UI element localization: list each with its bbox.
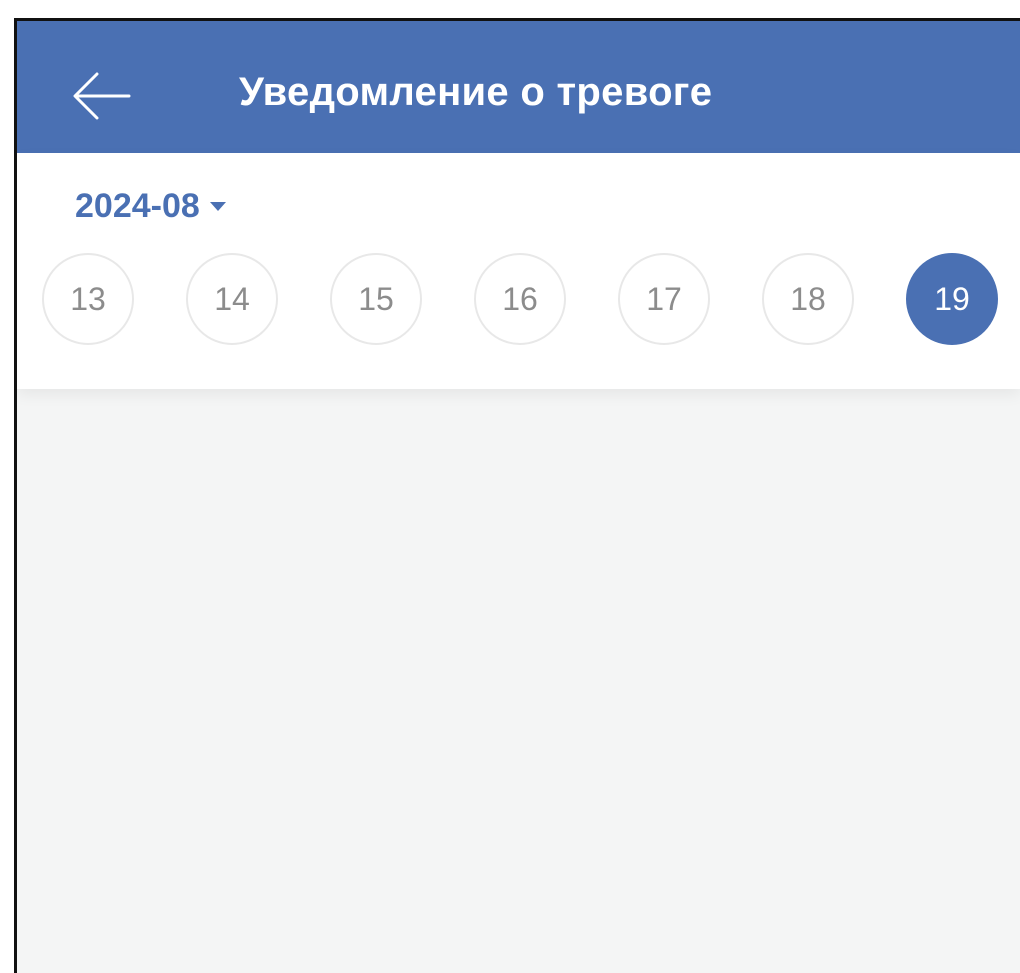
screen-top-margin: [0, 0, 1020, 20]
day-chip[interactable]: 16: [474, 253, 566, 345]
day-label: 14: [214, 280, 250, 317]
day-chip[interactable]: 13: [42, 253, 134, 345]
day-label: 16: [502, 280, 538, 317]
day-label: 19: [934, 280, 970, 317]
month-picker[interactable]: 2024-08: [75, 187, 226, 226]
day-label: 17: [646, 280, 682, 317]
alarm-list-area: [17, 389, 1020, 973]
date-selector: 2024-08 13 14 15 16 17 18 19: [17, 153, 1020, 389]
day-label: 15: [358, 280, 394, 317]
day-chip[interactable]: 17: [618, 253, 710, 345]
day-chip[interactable]: 15: [330, 253, 422, 345]
app-header: Уведомление о тревоге: [17, 20, 1020, 153]
back-button[interactable]: [67, 66, 137, 126]
day-label: 18: [790, 280, 826, 317]
caret-down-icon: [209, 202, 226, 211]
month-label: 2024-08: [75, 187, 200, 225]
screen-border-top: [14, 18, 1020, 21]
day-chip[interactable]: 14: [186, 253, 278, 345]
day-label: 13: [70, 280, 106, 317]
app-screen: Уведомление о тревоге 2024-08 13 14 15 1…: [17, 20, 1020, 973]
arrow-left-icon: [73, 72, 131, 120]
day-strip: 13 14 15 16 17 18 19: [17, 251, 1020, 351]
day-chip[interactable]: 19: [906, 253, 998, 345]
page-title: Уведомление о тревоге: [239, 70, 713, 114]
day-chip[interactable]: 18: [762, 253, 854, 345]
